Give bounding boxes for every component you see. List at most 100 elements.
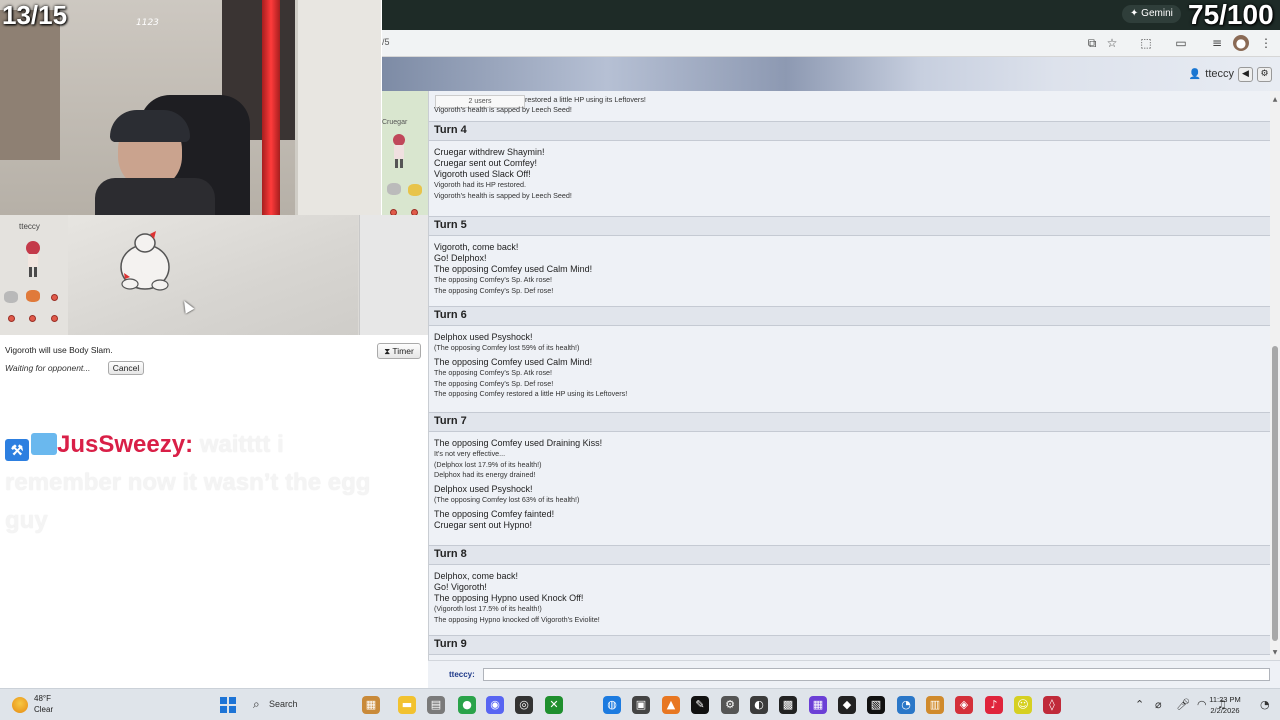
- webcam-shelf: [0, 10, 60, 160]
- team-icon: [4, 291, 18, 303]
- app-icon[interactable]: ☺: [1014, 696, 1032, 714]
- gear-icon[interactable]: ⚙: [1257, 66, 1272, 82]
- gemini-button[interactable]: ✦ Gemini: [1122, 5, 1181, 23]
- xbox-icon[interactable]: ✕: [545, 696, 563, 714]
- username[interactable]: tteccy: [1205, 68, 1234, 80]
- log-top: 2 users restored a little HP using its L…: [429, 91, 1270, 121]
- log-line: The opposing Comfey used Calm Mind!: [434, 264, 593, 274]
- app-icon[interactable]: ▣: [632, 696, 650, 714]
- stream-chat: ⚒ JusSweezy: waitttt i remember now it wa…: [0, 390, 428, 688]
- streamer-beanie: [110, 110, 190, 142]
- log-line: Vigoroth, come back!: [434, 242, 519, 252]
- scroll-down-icon[interactable]: ▼: [1271, 649, 1279, 657]
- turn-header: Turn 4: [429, 121, 1270, 141]
- turn-label: Turn 9: [434, 638, 467, 650]
- opponent-team-icon: [387, 183, 401, 195]
- turn-label: Turn 4: [434, 124, 467, 136]
- app-icon[interactable]: ▲: [662, 696, 680, 714]
- tray-chevron-icon[interactable]: ⌃: [1135, 698, 1144, 711]
- chatbox-username: tteccy:: [449, 670, 475, 679]
- stream-counter-right: 75/100: [1188, 0, 1274, 30]
- music-icon[interactable]: ♪: [985, 696, 1003, 714]
- turn-header: Turn 6: [429, 306, 1270, 326]
- settings-app-icon[interactable]: ⚙: [721, 696, 739, 714]
- log-line: It's not very effective...: [434, 449, 506, 458]
- browser-icon[interactable]: ◍: [603, 696, 621, 714]
- log-line: The opposing Comfey fainted!: [434, 509, 555, 519]
- log-line: Vigoroth's health is sapped by Leech See…: [434, 105, 572, 114]
- app-icon[interactable]: ◐: [750, 696, 768, 714]
- cast-icon[interactable]: ▭: [1173, 35, 1189, 51]
- log-line: The opposing Comfey's Sp. Def rose!: [434, 285, 554, 295]
- log-line: restored a little HP using its Leftovers…: [525, 95, 646, 104]
- opponent-team-icon: [408, 184, 422, 196]
- clock-date: 2/2/2026: [1210, 706, 1240, 715]
- windows-taskbar: 48°F Clear ⌕ Search ▦ ▬ ▤ ● ◉ ◎ ✕ ◍ ▣ ▲ …: [0, 688, 1280, 720]
- pokeball-icon: [29, 315, 36, 322]
- log-line: (The opposing Comfey lost 59% of its hea…: [434, 343, 580, 352]
- app-icon[interactable]: ◔: [897, 696, 915, 714]
- app-icon[interactable]: ◊: [1043, 696, 1061, 714]
- log-scrollbar[interactable]: ▲ ▼: [1270, 91, 1280, 660]
- browser-menu-icon[interactable]: ⋮: [1258, 35, 1274, 51]
- chat-input[interactable]: [483, 668, 1270, 681]
- log-line: Delphox, come back!: [434, 571, 519, 581]
- app-icon[interactable]: ▥: [926, 696, 944, 714]
- log-line: The opposing Hypno used Knock Off!: [434, 593, 584, 603]
- move-status: Vigoroth will use Body Slam.: [5, 345, 113, 355]
- network-off-icon[interactable]: ⌀: [1155, 698, 1162, 711]
- extensions-icon[interactable]: ⬚: [1138, 35, 1154, 51]
- notification-bell-icon[interactable]: ◔: [1260, 698, 1270, 711]
- windows-start-icon[interactable]: [220, 697, 236, 713]
- timer-button[interactable]: ⧗ Timer: [377, 343, 421, 359]
- file-explorer-icon[interactable]: ▬: [398, 696, 416, 714]
- taskbar-search[interactable]: ⌕ Search: [248, 695, 348, 715]
- streamer-body: [95, 178, 215, 215]
- chevron-left-icon[interactable]: ◀: [1238, 66, 1253, 82]
- log-line: (The opposing Comfey lost 63% of its hea…: [434, 495, 580, 504]
- waiting-status: Waiting for opponent...: [5, 363, 91, 373]
- discord-icon[interactable]: ◉: [486, 696, 504, 714]
- log-line: Cruegar sent out Hypno!: [434, 520, 533, 530]
- app-icon[interactable]: ▧: [867, 696, 885, 714]
- reading-list-icon[interactable]: ≡: [1209, 35, 1225, 51]
- weather-icon: [12, 697, 28, 713]
- install-icon[interactable]: ⧉: [1084, 35, 1100, 51]
- taskbar-clock[interactable]: 11:23 PM 2/2/2026: [1205, 694, 1245, 716]
- app-icon[interactable]: ✎: [691, 696, 709, 714]
- microphone-icon[interactable]: 🎤︎: [1176, 698, 1190, 711]
- log-line: Go! Vigoroth!: [434, 582, 487, 592]
- bookmark-star-icon[interactable]: ☆: [1104, 35, 1120, 51]
- cancel-button[interactable]: Cancel: [108, 361, 144, 375]
- log-line: Cruegar withdrew Shaymin!: [434, 147, 545, 157]
- widgets-app-icon[interactable]: ▦: [362, 696, 380, 714]
- search-icon: ⌕: [253, 697, 260, 711]
- log-line: The opposing Hypno knocked off Vigoroth'…: [434, 614, 600, 624]
- profile-avatar-icon[interactable]: ●: [1233, 35, 1249, 51]
- scroll-up-icon[interactable]: ▲: [1271, 96, 1279, 104]
- log-line: Delphox used Psyshock!: [434, 484, 533, 494]
- log-line: Vigoroth had its HP restored.: [434, 180, 527, 189]
- showdown-header: 👤 tteccy ◀ ⚙: [382, 57, 1280, 91]
- log-line: The opposing Comfey used Draining Kiss!: [434, 438, 603, 448]
- browser-tab-bar: ✦ Gemini: [382, 0, 1280, 30]
- app-icon[interactable]: ▩: [779, 696, 797, 714]
- chat-username: JusSweezy:: [57, 431, 194, 458]
- log-line: The opposing Comfey's Sp. Atk rose!: [434, 368, 553, 377]
- webcam-door: [295, 0, 381, 215]
- store-icon[interactable]: ▤: [427, 696, 445, 714]
- address-bar[interactable]: /5: [382, 37, 390, 47]
- scroll-thumb[interactable]: [1272, 346, 1278, 641]
- app-icon[interactable]: ◈: [955, 696, 973, 714]
- turn-label: Turn 8: [434, 548, 467, 560]
- chrome-icon[interactable]: ●: [458, 696, 476, 714]
- app-icon[interactable]: ▦: [809, 696, 827, 714]
- app-icon[interactable]: ◆: [838, 696, 856, 714]
- log-line: (Delphox lost 17.9% of its health!): [434, 459, 542, 469]
- subscriber-badge-icon: [31, 433, 57, 455]
- obs-icon[interactable]: ◎: [515, 696, 533, 714]
- turn-header: Turn 5: [429, 216, 1270, 236]
- search-label: Search: [269, 699, 298, 709]
- player-trainer-sprite: [26, 241, 40, 277]
- stream-counter-left: 13/15: [2, 0, 68, 30]
